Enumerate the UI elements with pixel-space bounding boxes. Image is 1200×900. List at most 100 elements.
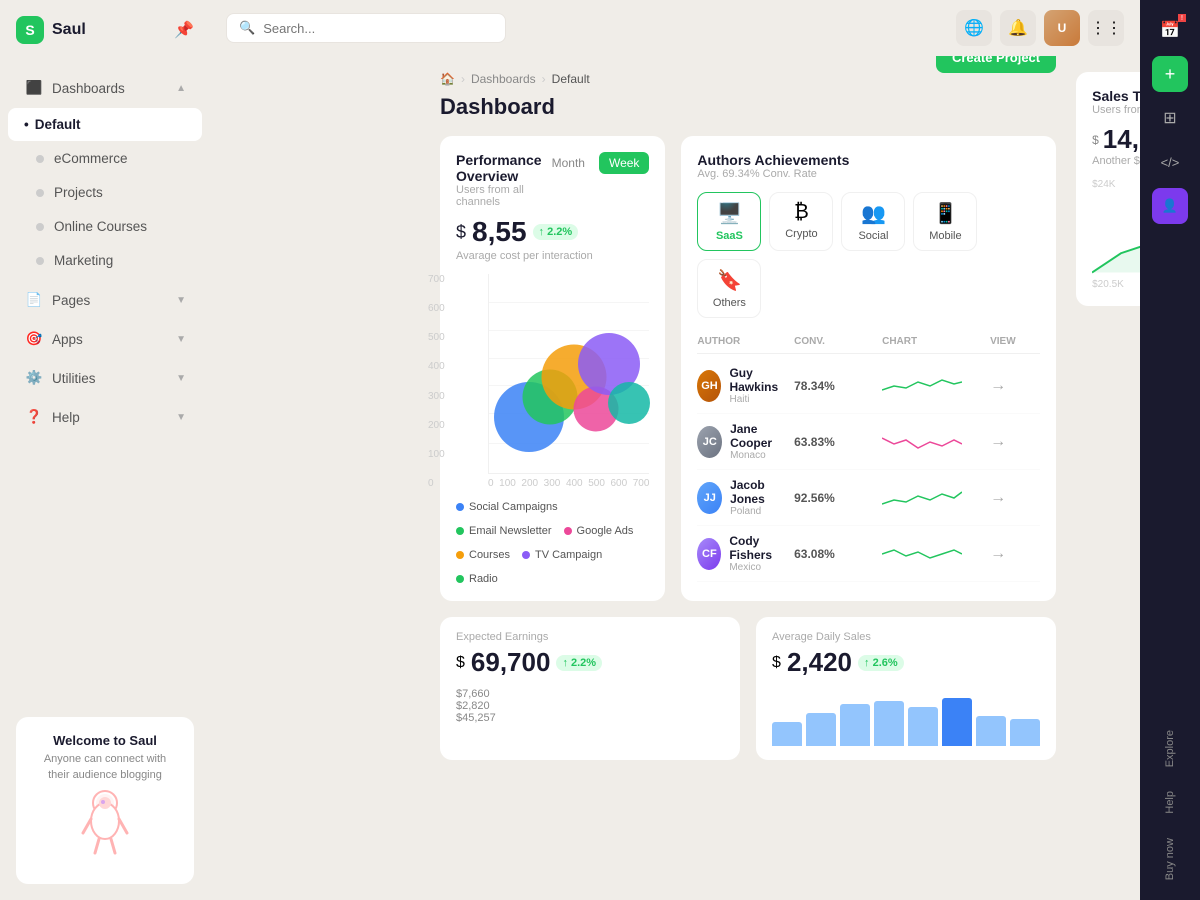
search-box[interactable]: 🔍 xyxy=(226,13,506,43)
author-info-3: CF Cody Fishers Mexico xyxy=(697,534,786,573)
sidebar-item-ecommerce[interactable]: eCommerce xyxy=(8,142,202,175)
sidebar-marketing-label: Marketing xyxy=(54,253,186,268)
sparkline-2 xyxy=(882,486,962,510)
user-avatar[interactable]: U xyxy=(1044,10,1080,46)
breadcrumb-dashboards[interactable]: Dashboards xyxy=(471,72,536,86)
calendar-icon-btn[interactable]: 📅 ! xyxy=(1152,12,1188,48)
sidebar-item-help[interactable]: ❓ Help ▼ xyxy=(8,398,202,436)
daily-sales-number: 2,420 xyxy=(787,647,852,678)
sidebar-default-label: Default xyxy=(35,117,186,132)
view-btn-1[interactable]: → xyxy=(990,433,1040,451)
tab-week[interactable]: Week xyxy=(599,152,649,174)
sidebar-ecommerce-label: eCommerce xyxy=(54,151,186,166)
legend-email: Email Newsletter xyxy=(456,525,552,537)
buy-now-label[interactable]: Buy now xyxy=(1164,830,1176,888)
sidebar-item-pages[interactable]: 📄 Pages ▼ xyxy=(8,281,202,319)
welcome-subtitle: Anyone can connect with their audience b… xyxy=(32,752,178,783)
sidebar-item-apps[interactable]: 🎯 Apps ▼ xyxy=(8,320,202,358)
topbar-avatar-icon[interactable]: 🌐 xyxy=(956,10,992,46)
performance-number: 8,55 xyxy=(472,216,527,248)
code-icon-btn[interactable]: </> xyxy=(1152,144,1188,180)
performance-value: $ 8,55 ↑ 2.2% xyxy=(456,216,649,248)
col-view: VIEW xyxy=(990,336,1040,347)
mobile-icon: 📱 xyxy=(933,201,958,226)
authors-tabs: 🖥️ SaaS ₿ Crypto 👥 Social 📱 xyxy=(697,192,1040,318)
tab-saas[interactable]: 🖥️ SaaS xyxy=(697,192,761,251)
right-panel: 📅 ! + ⊞ </> 👤 Explore Help Buy now xyxy=(1140,0,1200,900)
sidebar-bottom: Welcome to Saul Anyone can connect with … xyxy=(0,701,210,900)
topbar-right: 🌐 🔔 U ⋮⋮ xyxy=(956,10,1124,46)
sidebar-pages-label: Pages xyxy=(52,293,176,308)
app-logo[interactable]: S Saul xyxy=(16,16,86,44)
authors-table: AUTHOR CONV. CHART VIEW GH Guy Hawkins xyxy=(697,330,1040,582)
bar-5 xyxy=(908,707,938,746)
legend-google-ads: Google Ads xyxy=(564,525,634,537)
dot-icon xyxy=(36,189,44,197)
author-name-1: Jane Cooper xyxy=(730,422,786,450)
legend-courses: Courses xyxy=(456,549,510,561)
tab-crypto[interactable]: ₿ Crypto xyxy=(769,192,833,251)
search-input[interactable] xyxy=(263,21,493,36)
author-country-2: Poland xyxy=(730,506,786,517)
social-label: Social xyxy=(858,230,888,242)
authors-title: Authors Achievements xyxy=(697,152,849,168)
author-info-0: GH Guy Hawkins Haiti xyxy=(697,366,786,405)
sidebar-item-utilities[interactable]: ⚙️ Utilities ▼ xyxy=(8,359,202,397)
sidebar-header: S Saul 📌 xyxy=(0,0,210,60)
sidebar-online-courses-label: Online Courses xyxy=(54,219,186,234)
sidebar-projects-label: Projects xyxy=(54,185,186,200)
dot-icon xyxy=(36,155,44,163)
settings-icon-btn[interactable]: ⊞ xyxy=(1152,100,1188,136)
author-info-2: JJ Jacob Jones Poland xyxy=(697,478,786,517)
sidebar-item-default[interactable]: Default xyxy=(8,108,202,141)
tab-month[interactable]: Month xyxy=(542,152,595,174)
bar-4 xyxy=(874,701,904,746)
crypto-label: Crypto xyxy=(785,228,817,240)
view-btn-2[interactable]: → xyxy=(990,489,1040,507)
topbar-grid-icon[interactable]: ⋮⋮ xyxy=(1088,10,1124,46)
bar-7 xyxy=(976,716,1006,746)
x-axis-labels: 0 100 200 300 400 500 600 700 xyxy=(488,474,649,489)
breadcrumb: 🏠 › Dashboards › Default xyxy=(440,72,590,86)
sidebar-item-dashboards[interactable]: ⬛ Dashboards ▲ xyxy=(8,69,202,107)
col-conv: CONV. xyxy=(794,336,874,347)
sidebar-item-projects[interactable]: Projects xyxy=(8,176,202,209)
earnings-rows: $7,660 $2,820 $45,257 xyxy=(456,688,724,724)
sidebar: S Saul 📌 ⬛ Dashboards ▲ Default eCommerc… xyxy=(0,0,210,900)
tab-social[interactable]: 👥 Social xyxy=(841,192,905,251)
view-btn-3[interactable]: → xyxy=(990,545,1040,563)
author-conv-1: 63.83% xyxy=(794,435,874,449)
sparkline-0 xyxy=(882,374,962,398)
sparkline-1 xyxy=(882,430,962,454)
sidebar-item-online-courses[interactable]: Online Courses xyxy=(8,210,202,243)
home-icon[interactable]: 🏠 xyxy=(440,72,455,86)
breadcrumb-current: Default xyxy=(552,72,590,86)
bar-8 xyxy=(1010,719,1040,746)
saas-label: SaaS xyxy=(716,230,743,242)
earnings-label: Expected Earnings xyxy=(456,631,724,643)
purple-avatar-btn[interactable]: 👤 xyxy=(1152,188,1188,224)
author-name-2: Jacob Jones xyxy=(730,478,786,506)
explore-label[interactable]: Explore xyxy=(1164,722,1176,775)
author-conv-2: 92.56% xyxy=(794,491,874,505)
author-conv-3: 63.08% xyxy=(794,547,874,561)
sidebar-item-marketing[interactable]: Marketing xyxy=(8,244,202,277)
performance-card: Performance Overview Users from all chan… xyxy=(440,136,665,601)
legend-tv: TV Campaign xyxy=(522,549,602,561)
help-label[interactable]: Help xyxy=(1164,783,1176,822)
pin-icon[interactable]: 📌 xyxy=(174,20,194,40)
author-name-0: Guy Hawkins xyxy=(729,366,786,394)
welcome-card: Welcome to Saul Anyone can connect with … xyxy=(16,717,194,884)
help-icon: ❓ xyxy=(24,407,44,427)
pages-icon: 📄 xyxy=(24,290,44,310)
chevron-icon: ▼ xyxy=(176,373,186,384)
bubble-chart-container: 700 600 500 400 300 200 100 0 xyxy=(456,274,649,489)
performance-desc: Avarage cost per interaction xyxy=(456,250,649,262)
tab-mobile[interactable]: 📱 Mobile xyxy=(913,192,977,251)
add-icon-btn[interactable]: + xyxy=(1152,56,1188,92)
tab-others[interactable]: 🔖 Others xyxy=(697,259,761,318)
topbar-notif-icon[interactable]: 🔔 xyxy=(1000,10,1036,46)
view-btn-0[interactable]: → xyxy=(990,377,1040,395)
bar-2 xyxy=(806,713,836,746)
col-author: AUTHOR xyxy=(697,336,786,347)
